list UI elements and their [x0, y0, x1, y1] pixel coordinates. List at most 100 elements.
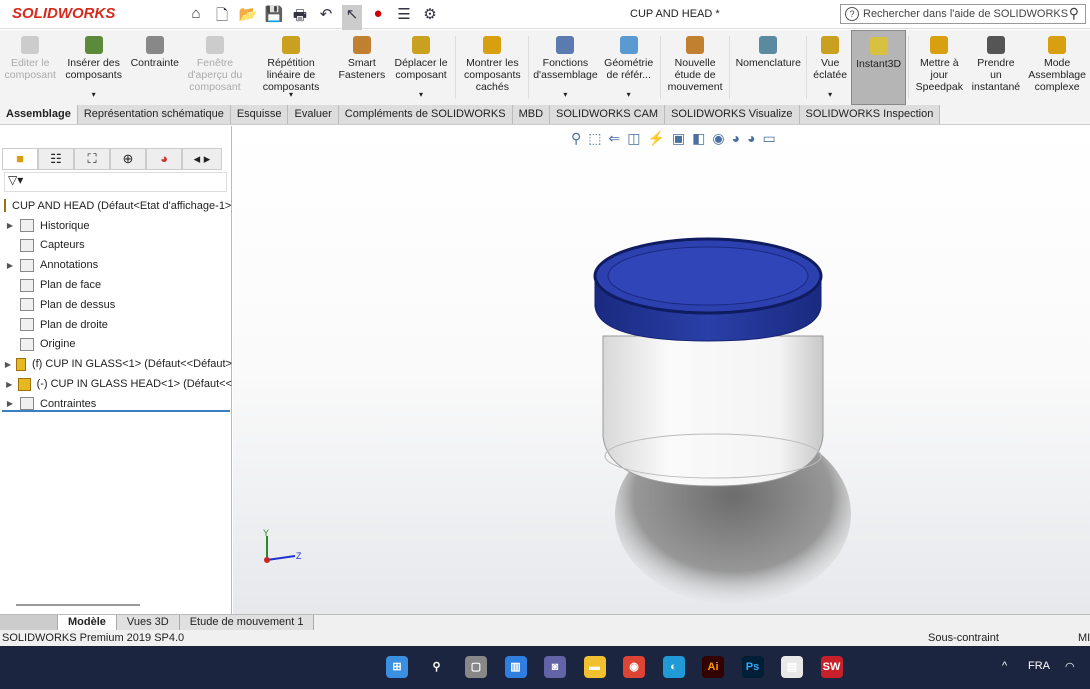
ribbon-button-r-p-tition-lin-aire-de-composants[interactable]: Répétition linéaire de composants ▾: [247, 30, 335, 105]
tree-item-label: CUP AND HEAD (Défaut<Etat d'affichage-1>…: [12, 199, 232, 212]
tree-root[interactable]: CUP AND HEAD (Défaut<Etat d'affichage-1>…: [0, 196, 232, 216]
home-icon[interactable]: ⌂: [186, 5, 206, 30]
feature-manager-tab[interactable]: ■: [2, 148, 38, 170]
taskbar-app-teams[interactable]: ◙: [544, 656, 566, 678]
property-manager-tab[interactable]: ☷: [38, 148, 74, 170]
taskbar-app-chrome[interactable]: ◉: [623, 656, 645, 678]
wifi-icon[interactable]: ◠: [1065, 660, 1075, 673]
options-icon[interactable]: ⚙: [420, 5, 440, 30]
status-bar: SOLIDWORKS Premium 2019 SP4.0 Sous-contr…: [0, 630, 1090, 646]
assembly-icon: [4, 199, 6, 213]
ribbon-button-d-placer-le-composant[interactable]: Déplacer le composant ▾: [389, 30, 453, 105]
ribbon-button-mode-assemblage-complexe[interactable]: Mode Assemblage complexe: [1024, 30, 1090, 105]
chevron-down-icon[interactable]: ▾: [828, 89, 832, 101]
feature-icon: [20, 258, 34, 272]
help-search-input[interactable]: ? Rechercher dans l'aide de SOLIDWORKS ⚲: [840, 4, 1086, 24]
tab-assemblage[interactable]: Assemblage: [0, 105, 78, 124]
bottom-tab[interactable]: Vues 3D: [116, 615, 180, 630]
tree-item[interactable]: Plan de face: [0, 275, 232, 295]
graphics-area[interactable]: ⚲ ⬚ ⇐ ◫ ⚡ ▣ ◧ ◉ ◕ ◕ ▭ Y Z: [233, 126, 1090, 614]
expand-arrow-icon[interactable]: ▶: [4, 261, 16, 270]
taskbar-app-vue-des-t-ches[interactable]: ▢: [465, 656, 487, 678]
tab-mbd[interactable]: MBD: [512, 105, 551, 124]
more-tabs-scroll[interactable]: ◂ ▸: [182, 148, 222, 170]
chevron-down-icon[interactable]: ▾: [289, 89, 293, 101]
tab-solidworks-cam[interactable]: SOLIDWORKS CAM: [550, 105, 666, 124]
tree-item[interactable]: ▶ (-) CUP IN GLASS HEAD<1> (Défaut<<: [0, 374, 232, 394]
save-icon[interactable]: 💾: [264, 5, 284, 30]
taskbar-app-ai[interactable]: Ai: [702, 656, 724, 678]
tree-filter[interactable]: ▽▾: [4, 172, 227, 192]
tab-repr-sentation-sch-matique[interactable]: Représentation schématique: [77, 105, 231, 124]
ribbon-button-instant3d[interactable]: Instant3D: [851, 30, 907, 105]
select-icon[interactable]: ↖: [342, 5, 362, 30]
ribbon-button-label: Nomenclature: [735, 57, 801, 69]
expand-arrow-icon[interactable]: ▶: [4, 360, 12, 369]
ribbon-button-nomenclature[interactable]: Nomenclature: [732, 30, 804, 105]
ribbon-button-fen-tre-d-aper-u-du-composant[interactable]: Fenêtre d'aperçu du composant: [183, 30, 247, 105]
taskbar-app-sw-2019[interactable]: SW: [820, 656, 843, 678]
ribbon-button-label: Smart Fasteners: [338, 57, 386, 81]
ribbon-button-editer-le-composant[interactable]: Editer le composant: [0, 30, 60, 105]
expand-arrow-icon[interactable]: ▶: [4, 221, 16, 230]
ribbon-button-ins-rer-des-composants[interactable]: Insérer des composants ▾: [60, 30, 126, 105]
tray-chevron-icon[interactable]: ^: [1002, 660, 1007, 672]
tree-item[interactable]: Origine: [0, 335, 232, 355]
chevron-down-icon[interactable]: ▾: [563, 89, 567, 101]
chevron-down-icon[interactable]: ▾: [419, 89, 423, 101]
file-properties-icon[interactable]: ☰: [394, 5, 414, 30]
tab-scroll-buttons[interactable]: [0, 615, 58, 630]
tree-item[interactable]: Capteurs: [0, 236, 232, 256]
open-icon[interactable]: 📂: [238, 5, 258, 30]
rollback-bar[interactable]: [2, 410, 230, 412]
expand-arrow-icon[interactable]: ▶: [4, 399, 16, 408]
taskbar-app-store[interactable]: ▤: [781, 656, 803, 678]
dimxpert-manager-tab[interactable]: ⊕: [110, 148, 146, 170]
ribbon-button-g-om-trie-de-r-f-r-[interactable]: Géométrie de référ... ▾: [599, 30, 658, 105]
ribbon-button-nouvelle-tude-de-mouvement[interactable]: Nouvelle étude de mouvement: [663, 30, 727, 105]
command-manager-tabs: Assemblage Représentation schématique Esqu…: [0, 105, 1090, 125]
ribbon-separator: [659, 36, 661, 99]
ribbon-button-montrer-les-composants-cach-s[interactable]: Montrer les composants cachés: [458, 30, 526, 105]
tab-esquisse[interactable]: Esquisse: [230, 105, 289, 124]
chevron-down-icon[interactable]: ▾: [627, 89, 631, 101]
tree-item[interactable]: Plan de dessus: [0, 295, 232, 315]
bottom-tab[interactable]: Etude de mouvement 1: [179, 615, 315, 630]
taskbar-app-widgets[interactable]: ▥: [504, 656, 527, 678]
display-manager-tab[interactable]: ◕: [146, 148, 182, 170]
expand-arrow-icon[interactable]: ▶: [4, 380, 14, 389]
ribbon-button-vue-clat-e[interactable]: Vue éclatée ▾: [809, 30, 851, 105]
ribbon-button-smart-fasteners[interactable]: Smart Fasteners: [335, 30, 389, 105]
taskbar-app-ps[interactable]: Ps: [741, 656, 764, 678]
bottom-tab[interactable]: Modèle: [58, 615, 117, 630]
search-icon[interactable]: ⚲: [1069, 5, 1079, 22]
tab-solidworks-visualize[interactable]: SOLIDWORKS Visualize: [665, 105, 800, 124]
print-icon[interactable]: 🖶: [290, 5, 310, 30]
quick-access-toolbar: ⌂ 🗋 📂 💾 🖶 ↶ ↖ ● ☰ ⚙: [186, 5, 440, 30]
ribbon-button-prendre-un-instantan-[interactable]: Prendre un instantané: [968, 30, 1025, 105]
configuration-manager-tab[interactable]: ⛶: [74, 148, 110, 170]
tab-compl-ments-de-solidworks[interactable]: Compléments de SOLIDWORKS: [338, 105, 513, 124]
tree-item[interactable]: Plan de droite: [0, 315, 232, 335]
tree-item[interactable]: ▶ Annotations: [0, 255, 232, 275]
tree-item[interactable]: ▶ Historique: [0, 216, 232, 236]
horizontal-scrollbar[interactable]: [16, 604, 140, 606]
units-status[interactable]: MI: [1078, 632, 1090, 644]
undo-icon[interactable]: ↶: [316, 5, 336, 30]
tab-evaluer[interactable]: Evaluer: [288, 105, 339, 124]
chevron-down-icon[interactable]: ▾: [92, 89, 96, 101]
ribbon-button-contrainte[interactable]: Contrainte: [127, 30, 183, 105]
ribbon-button-fonctions-d-assemblage[interactable]: Fonctions d'assemblage ▾: [531, 30, 599, 105]
taskbar-app-explorateur[interactable]: ▬: [583, 656, 606, 678]
ribbon-button-mettre-jour-speedpak[interactable]: Mettre à jour Speedpak: [911, 30, 968, 105]
taskbar-app-windows[interactable]: ⊞: [386, 656, 408, 678]
solidworks-logo[interactable]: SOLIDWORKS: [12, 5, 115, 22]
z-axis-label: Z: [296, 551, 302, 561]
language-indicator[interactable]: FRA: [1028, 660, 1050, 672]
taskbar-app-recherche[interactable]: ⚲: [426, 656, 448, 678]
taskbar-app-edge[interactable]: ◐: [662, 656, 685, 678]
tree-item[interactable]: ▶ (f) CUP IN GLASS<1> (Défaut<<Défaut>: [0, 354, 232, 374]
rebuild-icon[interactable]: ●: [368, 5, 388, 30]
tab-solidworks-inspection[interactable]: SOLIDWORKS Inspection: [799, 105, 941, 124]
new-icon[interactable]: 🗋: [212, 5, 232, 30]
